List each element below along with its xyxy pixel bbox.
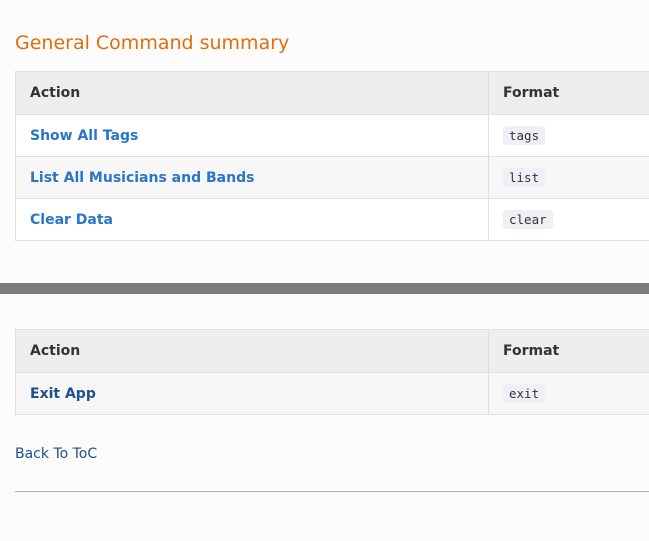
- format-cell: clear: [488, 198, 649, 241]
- list-musicians-bands-link[interactable]: List All Musicians and Bands: [30, 170, 254, 186]
- format-code: clear: [503, 209, 553, 229]
- table-header-row: Action Format: [15, 329, 649, 373]
- back-to-toc-link[interactable]: Back To ToC: [15, 446, 97, 462]
- action-column-header: Action: [15, 329, 489, 373]
- format-code: list: [503, 167, 546, 187]
- action-cell: Show All Tags: [15, 114, 489, 157]
- exit-app-link[interactable]: Exit App: [30, 386, 96, 402]
- clear-data-link[interactable]: Clear Data: [30, 212, 113, 228]
- horizontal-rule: [15, 491, 649, 492]
- table-row: Show All Tags tags: [15, 114, 649, 157]
- action-cell: List All Musicians and Bands: [15, 156, 489, 199]
- table-header-row: Action Format: [15, 71, 649, 115]
- command-summary-table: Action Format Show All Tags tags List Al…: [15, 71, 649, 241]
- show-all-tags-link[interactable]: Show All Tags: [30, 128, 138, 144]
- section-title: General Command summary: [15, 32, 290, 54]
- action-cell: Clear Data: [15, 198, 489, 241]
- table-row: Clear Data clear: [15, 198, 649, 241]
- action-cell: Exit App: [15, 372, 489, 415]
- format-column-header: Format: [488, 71, 649, 115]
- format-cell: exit: [488, 372, 649, 415]
- format-cell: tags: [488, 114, 649, 157]
- format-column-header: Format: [488, 329, 649, 373]
- command-summary-table-continued: Action Format Exit App exit: [15, 329, 649, 415]
- format-code: exit: [503, 383, 546, 403]
- table-row: Exit App exit: [15, 372, 649, 415]
- table-row: List All Musicians and Bands list: [15, 156, 649, 199]
- action-column-header: Action: [15, 71, 489, 115]
- window-split-separator: [0, 283, 649, 294]
- format-cell: list: [488, 156, 649, 199]
- format-code: tags: [503, 125, 546, 145]
